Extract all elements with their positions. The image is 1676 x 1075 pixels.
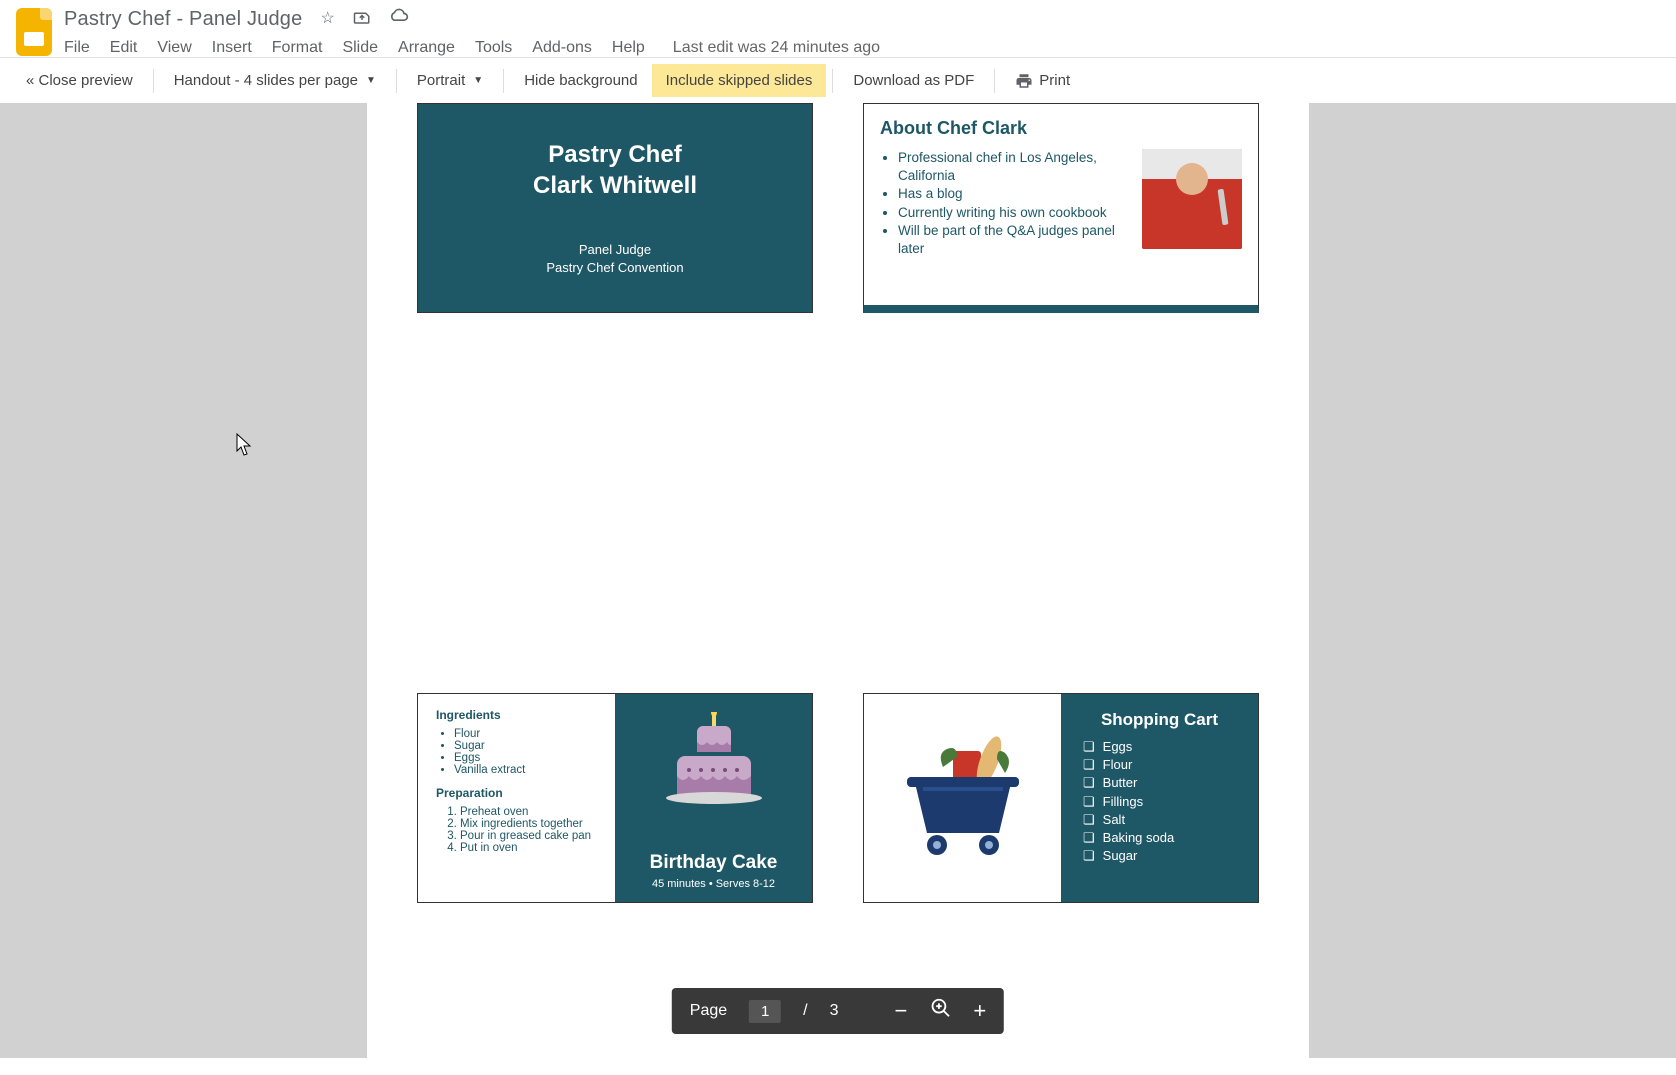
orientation-dropdown[interactable]: Portrait ▼ <box>403 64 497 97</box>
menu-edit[interactable]: Edit <box>110 39 138 57</box>
download-pdf-button[interactable]: Download as PDF <box>839 64 988 97</box>
chevron-down-icon: ▼ <box>473 75 483 86</box>
list-item: Will be part of the Q&A judges panel lat… <box>898 222 1128 258</box>
list-item: Eggs <box>454 752 597 764</box>
page-label: Page <box>690 1002 727 1020</box>
slide2-title: About Chef Clark <box>880 118 1242 139</box>
preview-toolbar: « Close preview Handout - 4 slides per p… <box>0 57 1676 103</box>
menu-view[interactable]: View <box>157 39 191 57</box>
cursor-icon <box>236 433 254 457</box>
shopping-list: Eggs Flour Butter Fillings Salt Baking s… <box>1079 738 1240 865</box>
page-separator: / <box>803 1002 807 1020</box>
slide2-bullets: Professional chef in Los Angeles, Califo… <box>880 149 1128 258</box>
slide1-sub-line2: Pastry Chef Convention <box>546 259 683 277</box>
list-item: Preheat oven <box>460 806 597 818</box>
preparation-heading: Preparation <box>436 786 597 800</box>
zoom-reset-button[interactable] <box>929 997 951 1025</box>
chevron-down-icon: ▼ <box>366 75 376 86</box>
menu-help[interactable]: Help <box>612 39 645 57</box>
page-number-input[interactable] <box>749 1000 781 1023</box>
list-item: Sugar <box>1083 847 1240 865</box>
list-item: Professional chef in Los Angeles, Califo… <box>898 149 1128 185</box>
close-preview-button[interactable]: « Close preview <box>12 64 147 97</box>
slide1-title-line1: Pastry Chef <box>533 139 697 170</box>
print-label: Print <box>1039 72 1070 89</box>
list-item: Eggs <box>1083 738 1240 756</box>
ingredients-list: Flour Sugar Eggs Vanilla extract <box>436 728 597 776</box>
menu-tools[interactable]: Tools <box>475 39 512 57</box>
list-item: Put in oven <box>460 842 597 854</box>
list-item: Flour <box>1083 756 1240 774</box>
list-item: Currently writing his own cookbook <box>898 204 1128 222</box>
slides-logo[interactable] <box>16 8 52 56</box>
slide4-title: Shopping Cart <box>1079 710 1240 730</box>
separator <box>503 69 504 93</box>
page-total: 3 <box>830 1002 839 1020</box>
document-title[interactable]: Pastry Chef - Panel Judge <box>64 8 302 31</box>
list-item: Sugar <box>454 740 597 752</box>
menu-file[interactable]: File <box>64 39 90 57</box>
slide3-title: Birthday Cake <box>650 852 778 874</box>
list-item: Has a blog <box>898 185 1128 203</box>
include-skipped-button[interactable]: Include skipped slides <box>652 64 827 97</box>
menu-insert[interactable]: Insert <box>212 39 252 57</box>
shopping-cart-icon <box>893 733 1033 863</box>
list-item: Mix ingredients together <box>460 818 597 830</box>
hide-background-button[interactable]: Hide background <box>510 64 651 97</box>
slide1-sub-line1: Panel Judge <box>546 241 683 259</box>
list-item: Baking soda <box>1083 829 1240 847</box>
layout-label: Handout - 4 slides per page <box>174 72 358 89</box>
zoom-out-button[interactable]: − <box>895 998 908 1024</box>
chef-photo <box>1142 149 1242 249</box>
ingredients-heading: Ingredients <box>436 708 597 722</box>
menu-arrange[interactable]: Arrange <box>398 39 455 57</box>
slide-3: Ingredients Flour Sugar Eggs Vanilla ext… <box>417 693 813 903</box>
star-icon[interactable]: ☆ <box>320 8 334 31</box>
slide-4: Shopping Cart Eggs Flour Butter Fillings… <box>863 693 1259 903</box>
list-item: Pour in greased cake pan <box>460 830 597 842</box>
cake-icon <box>659 712 769 812</box>
separator <box>994 69 995 93</box>
list-item: Salt <box>1083 811 1240 829</box>
preparation-list: Preheat oven Mix ingredients together Po… <box>436 806 597 854</box>
handout-page: Pastry Chef Clark Whitwell Panel Judge P… <box>367 103 1309 1058</box>
preview-canvas[interactable]: Pastry Chef Clark Whitwell Panel Judge P… <box>0 103 1676 1058</box>
separator <box>396 69 397 93</box>
separator <box>153 69 154 93</box>
print-icon <box>1015 72 1033 90</box>
layout-dropdown[interactable]: Handout - 4 slides per page ▼ <box>160 64 390 97</box>
slide1-title-line2: Clark Whitwell <box>533 170 697 201</box>
slide-1: Pastry Chef Clark Whitwell Panel Judge P… <box>417 103 813 313</box>
last-edit-info[interactable]: Last edit was 24 minutes ago <box>673 39 880 57</box>
slide-2: About Chef Clark Professional chef in Lo… <box>863 103 1259 313</box>
menu-slide[interactable]: Slide <box>342 39 378 57</box>
menu-addons[interactable]: Add-ons <box>532 39 592 57</box>
zoom-in-button[interactable]: + <box>973 998 986 1024</box>
list-item: Fillings <box>1083 793 1240 811</box>
orientation-label: Portrait <box>417 72 465 89</box>
menu-format[interactable]: Format <box>272 39 323 57</box>
separator <box>832 69 833 93</box>
list-item: Flour <box>454 728 597 740</box>
list-item: Butter <box>1083 774 1240 792</box>
list-item: Vanilla extract <box>454 764 597 776</box>
print-button[interactable]: Print <box>1001 64 1084 98</box>
cloud-status-icon[interactable] <box>389 8 409 31</box>
pdf-viewer-toolbar: Page / 3 − + <box>672 988 1004 1034</box>
move-icon[interactable] <box>353 8 371 31</box>
slide3-subtitle: 45 minutes • Serves 8-12 <box>652 878 775 890</box>
